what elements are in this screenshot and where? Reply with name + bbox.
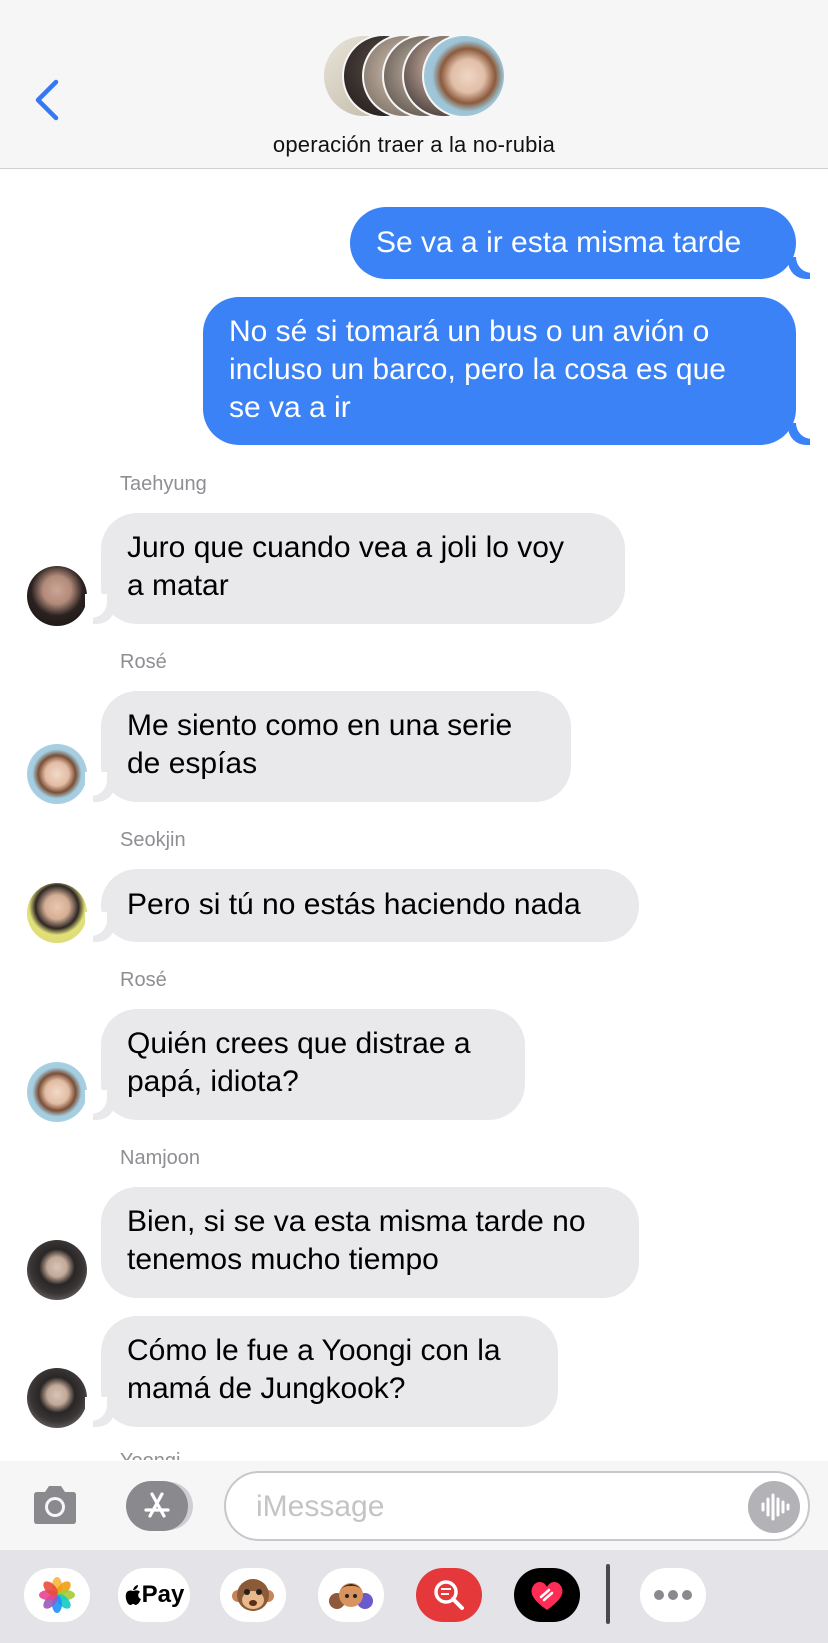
incoming-message[interactable]: Quién crees que distrae a papá, idiota? bbox=[101, 1009, 525, 1120]
group-name[interactable]: operación traer a la no-rubia bbox=[0, 132, 828, 158]
outgoing-message[interactable]: No sé si tomará un bus o un avión o incl… bbox=[203, 297, 796, 445]
message-text-line: a matar bbox=[127, 569, 229, 602]
incoming-message[interactable]: Cómo le fue a Yoongi con la mamá de Jung… bbox=[101, 1316, 558, 1427]
incoming-message[interactable]: Me siento como en una serie de espías bbox=[101, 691, 571, 802]
camera-icon bbox=[34, 1486, 76, 1524]
animoji-icon bbox=[232, 1579, 274, 1611]
image-search-icon bbox=[434, 1580, 464, 1610]
avatar[interactable] bbox=[27, 1368, 87, 1428]
group-member-avatar bbox=[422, 34, 506, 118]
message-input[interactable] bbox=[254, 1485, 718, 1529]
more-apps-button[interactable] bbox=[640, 1568, 706, 1622]
app-drawer: Pay bbox=[0, 1550, 828, 1643]
bubble-tail bbox=[788, 249, 818, 279]
drawer-divider bbox=[606, 1564, 610, 1624]
digital-touch-icon bbox=[531, 1581, 563, 1610]
conversation-header: operación traer a la no-rubia bbox=[0, 0, 828, 169]
message-text-line: mamá de Jungkook? bbox=[127, 1372, 406, 1405]
message-text-line: incluso un barco, pero la cosa es que bbox=[229, 353, 726, 386]
message-input-field[interactable] bbox=[224, 1471, 810, 1541]
message-text: Se va a ir esta misma tarde bbox=[376, 226, 742, 259]
back-button[interactable] bbox=[30, 76, 66, 124]
waveform-icon bbox=[761, 1493, 790, 1521]
apple-logo-icon bbox=[125, 1585, 141, 1605]
message-text-line: se va a ir bbox=[229, 391, 351, 424]
bubble-tail bbox=[788, 415, 818, 445]
photos-app-button[interactable] bbox=[24, 1568, 90, 1622]
message-text-line: Juro que cuando vea a joli lo voy bbox=[127, 531, 564, 564]
camera-button[interactable] bbox=[30, 1483, 80, 1527]
sender-name-partial: Yoongi bbox=[120, 1448, 180, 1460]
app-store-icon bbox=[144, 1492, 170, 1518]
outgoing-message[interactable]: Se va a ir esta misma tarde bbox=[350, 207, 796, 279]
message-text: Pero si tú no estás haciendo nada bbox=[127, 888, 581, 921]
message-text-line: Quién crees que distrae a bbox=[127, 1027, 471, 1060]
chevron-left-icon bbox=[35, 79, 59, 121]
incoming-message[interactable]: Juro que cuando vea a joli lo voy a mata… bbox=[101, 513, 625, 624]
digital-touch-app-button[interactable] bbox=[514, 1568, 580, 1622]
compose-bar bbox=[0, 1461, 828, 1550]
avatar[interactable] bbox=[27, 883, 87, 943]
message-text-line: tenemos mucho tiempo bbox=[127, 1243, 439, 1276]
group-avatar-stack[interactable] bbox=[322, 34, 508, 118]
bubble-tail bbox=[85, 912, 115, 942]
incoming-message[interactable]: Pero si tú no estás haciendo nada bbox=[101, 869, 639, 942]
message-text-line: Bien, si se va esta misma tarde no bbox=[127, 1205, 586, 1238]
bubble-tail bbox=[85, 1397, 115, 1427]
avatar[interactable] bbox=[27, 566, 87, 626]
memoji-app-button[interactable] bbox=[318, 1568, 384, 1622]
memoji-icon bbox=[329, 1583, 373, 1609]
sender-name: Taehyung bbox=[120, 473, 207, 495]
sender-name: Seokjin bbox=[120, 829, 186, 851]
app-store-button[interactable] bbox=[126, 1481, 188, 1531]
incoming-message[interactable]: Bien, si se va esta misma tarde no tenem… bbox=[101, 1187, 639, 1298]
bubble-tail bbox=[85, 1090, 115, 1120]
animoji-app-button[interactable] bbox=[220, 1568, 286, 1622]
photos-icon bbox=[39, 1577, 75, 1613]
audio-message-button[interactable] bbox=[748, 1481, 800, 1533]
avatar[interactable] bbox=[27, 1062, 87, 1122]
more-icon bbox=[654, 1590, 692, 1600]
bubble-tail bbox=[85, 772, 115, 802]
message-text-line: papá, idiota? bbox=[127, 1065, 299, 1098]
message-text-line: de espías bbox=[127, 747, 258, 780]
message-text-line: Me siento como en una serie bbox=[127, 709, 513, 742]
avatar[interactable] bbox=[27, 744, 87, 804]
message-text-line: No sé si tomará un bus o un avión o bbox=[229, 315, 710, 348]
message-text-line: Cómo le fue a Yoongi con la bbox=[127, 1334, 501, 1367]
image-search-app-button[interactable] bbox=[416, 1568, 482, 1622]
apple-pay-label: Pay bbox=[141, 1581, 185, 1608]
sender-name: Rosé bbox=[120, 651, 167, 673]
apple-pay-app-button[interactable]: Pay bbox=[118, 1568, 190, 1622]
avatar[interactable] bbox=[27, 1240, 87, 1300]
sender-name: Namjoon bbox=[120, 1147, 201, 1169]
sender-name: Rosé bbox=[120, 969, 167, 991]
bubble-tail bbox=[85, 594, 115, 624]
